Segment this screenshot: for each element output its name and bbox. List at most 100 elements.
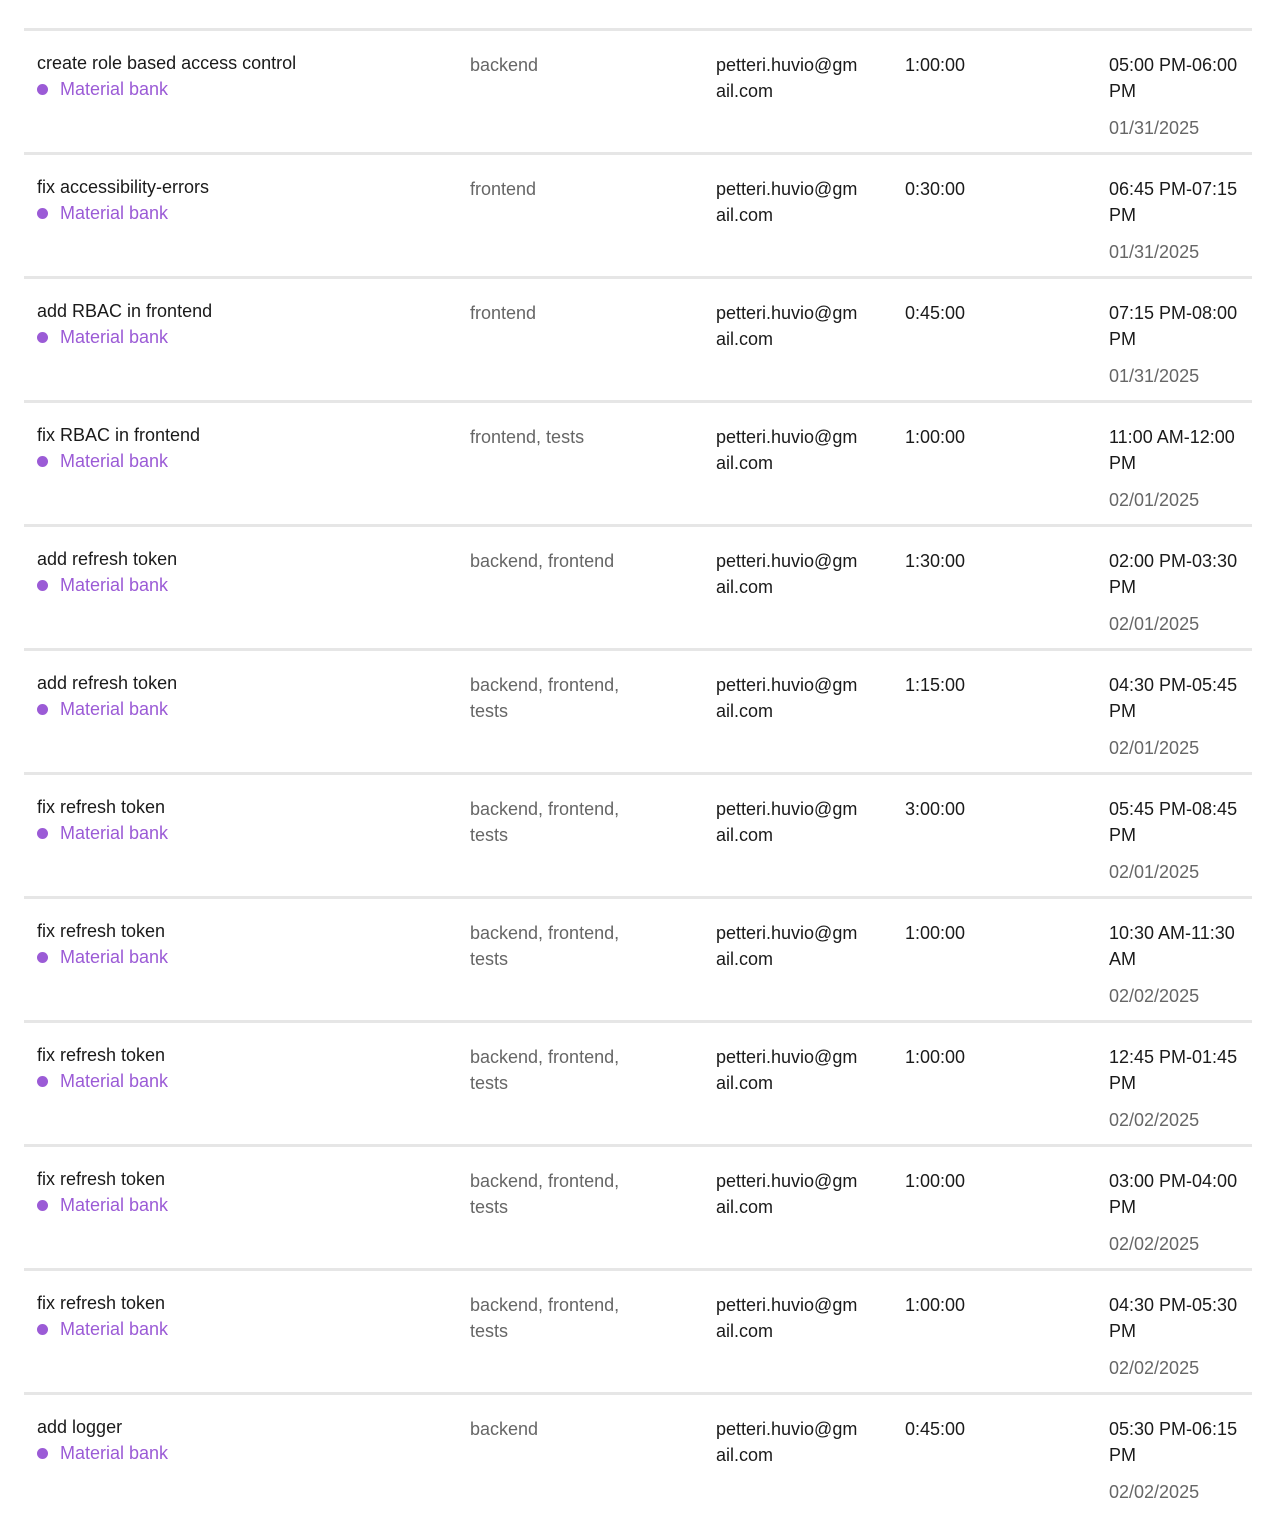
entry-duration[interactable]: 1:00:00 (905, 52, 965, 78)
entry-time-range[interactable]: 05:00 PM-06:00 PM (1109, 52, 1244, 104)
project-label[interactable]: Material bank (37, 200, 457, 226)
entry-duration[interactable]: 0:30:00 (905, 176, 965, 202)
entry-description-cell: add refresh token Material bank (37, 670, 457, 722)
entry-duration[interactable]: 1:00:00 (905, 1168, 965, 1194)
project-name: Material bank (60, 1319, 169, 1339)
entry-date[interactable]: 02/02/2025 (1109, 1479, 1244, 1505)
entry-duration[interactable]: 3:00:00 (905, 796, 965, 822)
entry-description-cell: fix accessibility-errors Material bank (37, 174, 457, 226)
entry-tags[interactable]: backend, frontend, tests (470, 1168, 640, 1220)
project-label[interactable]: Material bank (37, 1440, 457, 1466)
entry-time-range[interactable]: 04:30 PM-05:30 PM (1109, 1292, 1244, 1344)
entry-date[interactable]: 02/02/2025 (1109, 1107, 1244, 1133)
entry-time-range[interactable]: 12:45 PM-01:45 PM (1109, 1044, 1244, 1096)
entry-title[interactable]: fix refresh token (37, 1166, 457, 1192)
entry-time-range[interactable]: 11:00 AM-12:00 PM (1109, 424, 1244, 476)
project-label[interactable]: Material bank (37, 944, 457, 970)
entry-date[interactable]: 02/02/2025 (1109, 1355, 1244, 1381)
entry-date[interactable]: 01/31/2025 (1109, 239, 1244, 265)
table-row[interactable]: add refresh token Material bank backend,… (24, 648, 1252, 772)
table-row[interactable]: create role based access control Materia… (24, 28, 1252, 152)
project-color-dot-icon (37, 1075, 48, 1087)
entry-tags[interactable]: frontend (470, 300, 640, 326)
entry-duration[interactable]: 1:00:00 (905, 920, 965, 946)
entry-time-range[interactable]: 07:15 PM-08:00 PM (1109, 300, 1244, 352)
entry-tags[interactable]: backend, frontend, tests (470, 796, 640, 848)
entry-date[interactable]: 01/31/2025 (1109, 115, 1244, 141)
project-color-dot-icon (37, 331, 48, 343)
project-name: Material bank (60, 203, 169, 223)
entry-date[interactable]: 02/01/2025 (1109, 487, 1244, 513)
table-row[interactable]: fix refresh token Material bank backend,… (24, 896, 1252, 1020)
project-label[interactable]: Material bank (37, 324, 457, 350)
entry-duration[interactable]: 1:30:00 (905, 548, 965, 574)
entry-date[interactable]: 02/01/2025 (1109, 611, 1244, 637)
project-label[interactable]: Material bank (37, 448, 457, 474)
entry-title[interactable]: fix refresh token (37, 1042, 457, 1068)
entry-title[interactable]: fix refresh token (37, 794, 457, 820)
entry-tags[interactable]: backend (470, 1416, 640, 1442)
project-color-dot-icon (37, 83, 48, 95)
table-row[interactable]: fix accessibility-errors Material bank f… (24, 152, 1252, 276)
entry-time-cell: 04:30 PM-05:30 PM 02/02/2025 (1109, 1292, 1244, 1381)
entry-duration[interactable]: 0:45:00 (905, 1416, 965, 1442)
entry-tags[interactable]: backend, frontend, tests (470, 1044, 640, 1096)
entry-date[interactable]: 02/01/2025 (1109, 735, 1244, 761)
entry-date[interactable]: 02/02/2025 (1109, 983, 1244, 1009)
entry-tags[interactable]: frontend (470, 176, 640, 202)
entry-time-range[interactable]: 06:45 PM-07:15 PM (1109, 176, 1244, 228)
table-row[interactable]: fix refresh token Material bank backend,… (24, 1144, 1252, 1268)
table-row[interactable]: fix refresh token Material bank backend,… (24, 1268, 1252, 1392)
project-name: Material bank (60, 79, 169, 99)
entry-time-range[interactable]: 04:30 PM-05:45 PM (1109, 672, 1244, 724)
project-label[interactable]: Material bank (37, 76, 457, 102)
project-label[interactable]: Material bank (37, 820, 457, 846)
entry-date[interactable]: 02/02/2025 (1109, 1231, 1244, 1257)
entry-tags[interactable]: frontend, tests (470, 424, 640, 450)
entry-tags[interactable]: backend, frontend, tests (470, 1292, 640, 1344)
entry-tags[interactable]: backend, frontend, tests (470, 920, 640, 972)
project-label[interactable]: Material bank (37, 1068, 457, 1094)
entry-user: petteri.huvio@gmail.com (716, 1171, 858, 1217)
entry-tags[interactable]: backend, frontend (470, 548, 640, 574)
project-label[interactable]: Material bank (37, 696, 457, 722)
entry-time-range[interactable]: 02:00 PM-03:30 PM (1109, 548, 1244, 600)
entry-title[interactable]: add logger (37, 1414, 457, 1440)
entry-date[interactable]: 02/01/2025 (1109, 859, 1244, 885)
entry-title[interactable]: add refresh token (37, 546, 457, 572)
entry-title[interactable]: add RBAC in frontend (37, 298, 457, 324)
entry-duration[interactable]: 1:00:00 (905, 1292, 965, 1318)
table-row[interactable]: add RBAC in frontend Material bank front… (24, 276, 1252, 400)
entry-duration[interactable]: 0:45:00 (905, 300, 965, 326)
entry-duration[interactable]: 1:00:00 (905, 424, 965, 450)
entry-time-cell: 02:00 PM-03:30 PM 02/01/2025 (1109, 548, 1244, 637)
entry-description-cell: fix refresh token Material bank (37, 1042, 457, 1094)
entry-date[interactable]: 01/31/2025 (1109, 363, 1244, 389)
entry-time-range[interactable]: 05:30 PM-06:15 PM (1109, 1416, 1244, 1468)
entry-time-range[interactable]: 03:00 PM-04:00 PM (1109, 1168, 1244, 1220)
entry-description-cell: create role based access control Materia… (37, 50, 457, 102)
entry-title[interactable]: fix accessibility-errors (37, 174, 457, 200)
table-row[interactable]: fix refresh token Material bank backend,… (24, 1020, 1252, 1144)
entry-time-range[interactable]: 05:45 PM-08:45 PM (1109, 796, 1244, 848)
project-color-dot-icon (37, 579, 48, 591)
project-label[interactable]: Material bank (37, 1316, 457, 1342)
project-label[interactable]: Material bank (37, 1192, 457, 1218)
entry-title[interactable]: add refresh token (37, 670, 457, 696)
entry-title[interactable]: create role based access control (37, 50, 457, 76)
table-row[interactable]: add logger Material bank backend petteri… (24, 1392, 1252, 1516)
table-row[interactable]: fix refresh token Material bank backend,… (24, 772, 1252, 896)
entry-duration[interactable]: 1:00:00 (905, 1044, 965, 1070)
table-row[interactable]: add refresh token Material bank backend,… (24, 524, 1252, 648)
entry-tags[interactable]: backend, frontend, tests (470, 672, 640, 724)
entry-title[interactable]: fix refresh token (37, 1290, 457, 1316)
entry-time-range[interactable]: 10:30 AM-11:30 AM (1109, 920, 1244, 972)
project-label[interactable]: Material bank (37, 572, 457, 598)
entry-duration[interactable]: 1:15:00 (905, 672, 965, 698)
entry-title[interactable]: fix refresh token (37, 918, 457, 944)
entry-title[interactable]: fix RBAC in frontend (37, 422, 457, 448)
entry-description-cell: fix refresh token Material bank (37, 794, 457, 846)
entry-tags[interactable]: backend (470, 52, 640, 78)
entry-time-cell: 07:15 PM-08:00 PM 01/31/2025 (1109, 300, 1244, 389)
table-row[interactable]: fix RBAC in frontend Material bank front… (24, 400, 1252, 524)
